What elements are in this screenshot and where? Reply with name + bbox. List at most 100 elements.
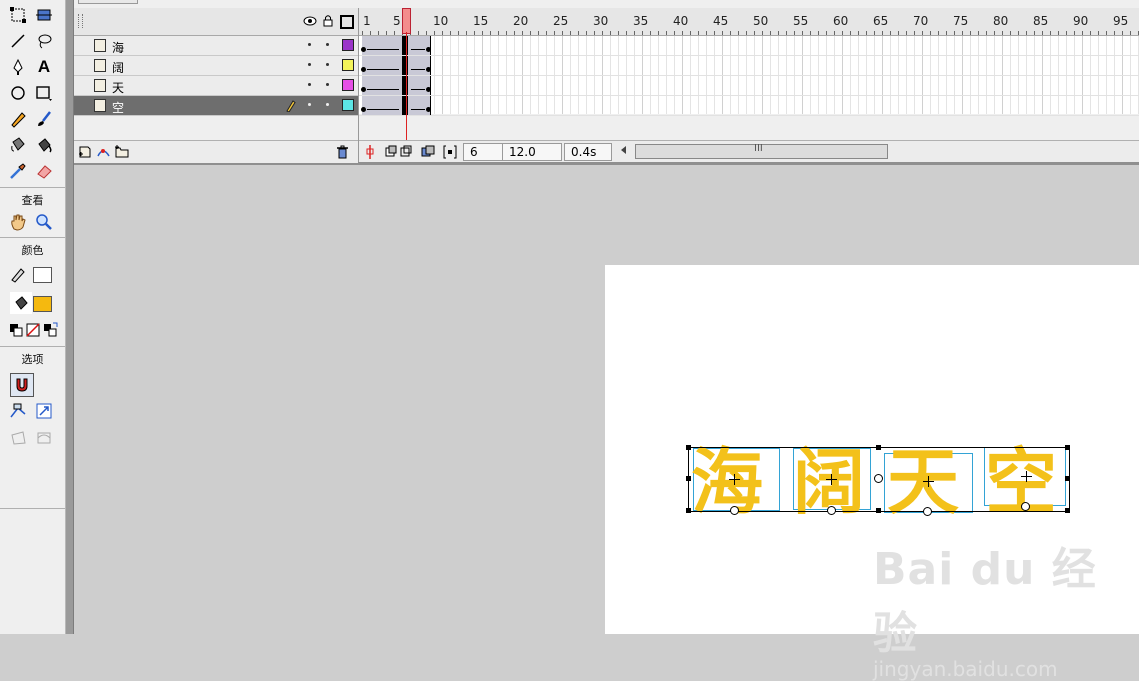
ruler-tick	[786, 31, 787, 35]
pencil-tool-icon[interactable]	[7, 108, 29, 130]
stage-canvas[interactable]: 海 阔 天 空 Bai du 经验 jingyan.baidu.com	[605, 265, 1139, 681]
layer-row[interactable]: 海	[74, 36, 358, 56]
stroke-color-swatch[interactable]	[33, 267, 52, 283]
ruler-tick	[674, 31, 675, 35]
frame-grid[interactable]	[359, 36, 1139, 116]
line-tool-icon[interactable]	[7, 30, 29, 52]
insert-folder-icon[interactable]	[114, 144, 130, 159]
elapsed-time-field[interactable]: 0.4s	[564, 143, 612, 161]
frame-rate-field[interactable]: 12.0 fps	[502, 143, 562, 162]
transform-handle[interactable]	[1065, 508, 1070, 513]
fill-color-swatch[interactable]	[33, 296, 52, 312]
delete-layer-trash-icon[interactable]	[336, 145, 349, 159]
grip-icon[interactable]	[78, 14, 83, 28]
swap-colors-icon[interactable]	[41, 319, 59, 341]
layer-outline-color[interactable]	[342, 59, 354, 71]
add-motion-guide-icon[interactable]	[96, 145, 111, 159]
transform-handle[interactable]	[686, 445, 691, 450]
zoom-tool-icon[interactable]	[33, 211, 55, 233]
outline-square-icon[interactable]	[340, 15, 354, 29]
layer-row-selected[interactable]: 空	[74, 96, 358, 116]
eraser-tool-icon[interactable]	[33, 160, 55, 182]
rectangle-tool-icon[interactable]	[33, 82, 55, 104]
ruler-tick	[570, 31, 571, 35]
visibility-dot[interactable]	[308, 83, 311, 86]
baidu-watermark: Bai du 经验 jingyan.baidu.com	[873, 533, 1139, 681]
ruler-tick	[642, 31, 643, 35]
transform-handle[interactable]	[1065, 445, 1070, 450]
tools-panel-splitter[interactable]	[66, 0, 74, 634]
lock-dot[interactable]	[326, 83, 329, 86]
oval-tool-icon[interactable]	[7, 82, 29, 104]
eyedropper-tool-icon[interactable]	[7, 160, 29, 182]
frames-area[interactable]: 1 5 10 15 20 25 30 35 40 45 50 55 60 65 …	[359, 8, 1139, 162]
ruler-tick	[978, 31, 979, 35]
free-transform-tool-icon[interactable]	[7, 4, 29, 26]
ruler-tick	[514, 31, 515, 35]
ruler-tick	[722, 31, 723, 35]
paint-bucket-tool-icon[interactable]	[33, 134, 55, 156]
transform-center-point[interactable]	[874, 474, 883, 483]
ruler-tick	[458, 31, 459, 35]
ruler-tick	[794, 31, 795, 35]
layer-name: 海	[112, 41, 125, 55]
lock-dot[interactable]	[326, 63, 329, 66]
timeline-horizontal-scrollbar[interactable]: III	[635, 143, 888, 159]
text-tool-icon[interactable]: A	[33, 56, 55, 78]
lock-icon[interactable]	[322, 14, 334, 27]
snap-magnet-icon[interactable]	[10, 373, 34, 397]
ruler-number: 1	[363, 14, 371, 28]
smooth-icon[interactable]	[7, 400, 29, 422]
insert-layer-icon[interactable]	[78, 145, 93, 159]
onion-skin-icons[interactable]	[385, 145, 415, 159]
visibility-dot[interactable]	[308, 103, 311, 106]
transform-handle[interactable]	[876, 445, 881, 450]
visibility-dot[interactable]	[308, 63, 311, 66]
transform-handle[interactable]	[1065, 476, 1070, 481]
keyframe-dot	[361, 47, 366, 52]
modify-onion-markers-icon[interactable]	[443, 145, 457, 159]
ruler-tick	[914, 31, 915, 35]
no-color-icon[interactable]	[24, 319, 42, 341]
elapsed-time-value: 0.4s	[571, 145, 597, 159]
ruler-tick	[1122, 31, 1123, 35]
current-frame-field[interactable]: 6	[463, 143, 504, 161]
tween-span	[362, 76, 403, 95]
transform-handle[interactable]	[686, 476, 691, 481]
visibility-dot[interactable]	[308, 43, 311, 46]
black-white-icon[interactable]	[7, 319, 25, 341]
lock-dot[interactable]	[326, 43, 329, 46]
edit-multiple-frames-icon[interactable]	[421, 145, 435, 159]
ruler-number: 5	[393, 14, 401, 28]
timeline-tab[interactable]	[78, 0, 138, 4]
ruler-tick	[762, 31, 763, 35]
fill-transform-tool-icon[interactable]	[33, 4, 55, 26]
brush-tool-icon[interactable]	[33, 108, 55, 130]
layer-row[interactable]: 天	[74, 76, 358, 96]
lock-dot[interactable]	[326, 103, 329, 106]
playhead[interactable]	[402, 8, 411, 34]
layer-row[interactable]: 阔	[74, 56, 358, 76]
layer-outline-color[interactable]	[342, 99, 354, 111]
ruler-tick	[746, 31, 747, 35]
center-frame-icon[interactable]	[365, 144, 375, 160]
transform-handle[interactable]	[876, 508, 881, 513]
pen-tool-icon[interactable]	[7, 56, 29, 78]
frame-ruler[interactable]: 1 5 10 15 20 25 30 35 40 45 50 55 60 65 …	[359, 8, 1139, 36]
hand-tool-icon[interactable]	[7, 211, 29, 233]
fill-color-bucket-icon	[10, 292, 32, 314]
layer-outline-color[interactable]	[342, 39, 354, 51]
ruler-tick	[962, 31, 963, 35]
ruler-tick	[1130, 31, 1131, 35]
ruler-tick	[1018, 31, 1019, 35]
ruler-tick	[1002, 31, 1003, 35]
transform-handle[interactable]	[686, 508, 691, 513]
scroll-left-arrow-icon[interactable]	[621, 146, 626, 154]
show-hide-eye-icon[interactable]	[303, 15, 317, 27]
lasso-tool-icon[interactable]	[33, 30, 55, 52]
scale-icon[interactable]	[33, 400, 55, 422]
layer-outline-color[interactable]	[342, 79, 354, 91]
ink-bottle-tool-icon[interactable]	[7, 134, 29, 156]
ruler-tick	[586, 31, 587, 35]
ruler-tick	[538, 31, 539, 35]
